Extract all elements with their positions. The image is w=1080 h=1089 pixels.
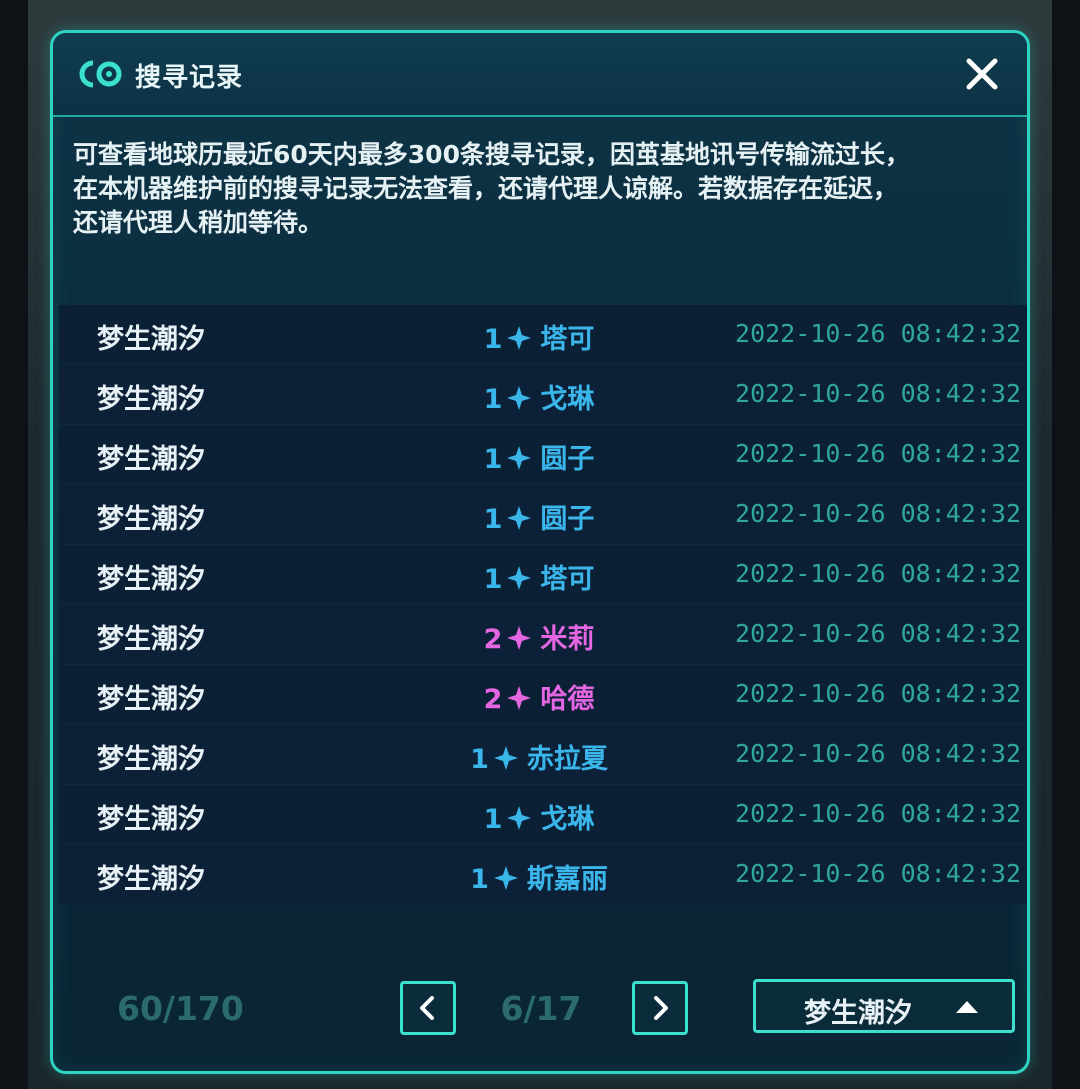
item-name: 戈琳 bbox=[540, 804, 595, 835]
star-icon bbox=[507, 446, 532, 470]
record-row: 梦生潮汐 2 哈德 2022-10-26 08:42:32 bbox=[59, 665, 1027, 725]
item-name: 圆子 bbox=[540, 504, 595, 535]
star-icon bbox=[493, 746, 518, 770]
triangle-up-icon bbox=[956, 1001, 978, 1013]
record-item: 1 斯嘉丽 bbox=[389, 857, 689, 896]
record-time: 2022-10-26 08:42:32 bbox=[735, 739, 1021, 768]
record-item: 1 戈琳 bbox=[389, 377, 689, 416]
record-pool: 梦生潮汐 bbox=[97, 864, 205, 895]
record-pool: 梦生潮汐 bbox=[97, 804, 205, 835]
record-row: 梦生潮汐 1 戈琳 2022-10-26 08:42:32 bbox=[59, 785, 1027, 845]
record-time: 2022-10-26 08:42:32 bbox=[735, 619, 1021, 648]
rarity-value: 1 bbox=[483, 444, 503, 475]
item-name: 米莉 bbox=[540, 624, 595, 655]
logo-icon bbox=[79, 60, 122, 88]
record-item: 2 米莉 bbox=[389, 617, 689, 656]
rarity-value: 1 bbox=[470, 744, 489, 775]
record-time: 2022-10-26 08:42:32 bbox=[735, 679, 1021, 708]
record-pool: 梦生潮汐 bbox=[97, 324, 205, 355]
record-item: 1 戈琳 bbox=[389, 797, 689, 836]
rarity-value: 1 bbox=[483, 804, 503, 835]
record-item: 1 赤拉夏 bbox=[389, 737, 689, 776]
dialog-title: 搜寻记录 bbox=[135, 63, 244, 93]
backdrop-left-edge bbox=[0, 0, 28, 1089]
star-icon bbox=[507, 506, 532, 530]
search-record-dialog: 搜寻记录 可查看地球历最近60天内最多300条搜寻记录，因茧基地讯号传输流过长，… bbox=[50, 30, 1030, 1074]
rarity-value: 1 bbox=[483, 504, 503, 535]
dialog-header: 搜寻记录 bbox=[53, 33, 1027, 117]
rarity-value: 1 bbox=[483, 384, 503, 415]
item-name: 圆子 bbox=[540, 444, 595, 475]
record-time: 2022-10-26 08:42:32 bbox=[735, 799, 1021, 828]
record-time: 2022-10-26 08:42:32 bbox=[735, 499, 1021, 528]
record-pool: 梦生潮汐 bbox=[97, 684, 205, 715]
record-time: 2022-10-26 08:42:32 bbox=[735, 319, 1021, 348]
close-icon bbox=[966, 58, 998, 90]
chevron-left-icon bbox=[420, 996, 434, 1020]
item-name: 塔可 bbox=[540, 324, 595, 355]
record-row: 梦生潮汐 1 塔可 2022-10-26 08:42:32 bbox=[59, 305, 1027, 365]
item-name: 塔可 bbox=[540, 564, 595, 595]
star-icon bbox=[493, 866, 518, 890]
rarity-value: 1 bbox=[483, 564, 503, 595]
rarity-value: 2 bbox=[483, 624, 503, 655]
record-time: 2022-10-26 08:42:32 bbox=[735, 439, 1021, 468]
record-pool: 梦生潮汐 bbox=[97, 504, 205, 535]
notice-text: 可查看地球历最近60天内最多300条搜寻记录，因茧基地讯号传输流过长， 在本机器… bbox=[73, 140, 910, 237]
chevron-right-icon bbox=[654, 996, 668, 1020]
item-name: 哈德 bbox=[540, 684, 595, 715]
star-icon bbox=[507, 386, 532, 410]
record-pool: 梦生潮汐 bbox=[97, 564, 205, 595]
page-indicator: 6/17 bbox=[500, 989, 582, 1028]
pool-select-dropdown[interactable]: 梦生潮汐 bbox=[753, 979, 1015, 1033]
record-item: 1 圆子 bbox=[389, 437, 689, 476]
record-time: 2022-10-26 08:42:32 bbox=[735, 379, 1021, 408]
star-icon bbox=[507, 566, 532, 590]
record-row: 梦生潮汐 1 塔可 2022-10-26 08:42:32 bbox=[59, 545, 1027, 605]
star-icon bbox=[507, 806, 532, 830]
record-count: 60/170 bbox=[117, 989, 244, 1028]
close-button[interactable] bbox=[961, 53, 1003, 95]
record-row: 梦生潮汐 2 米莉 2022-10-26 08:42:32 bbox=[59, 605, 1027, 665]
prev-page-button[interactable] bbox=[400, 981, 456, 1035]
record-row: 梦生潮汐 1 圆子 2022-10-26 08:42:32 bbox=[59, 425, 1027, 485]
rarity-value: 1 bbox=[470, 864, 489, 895]
record-pool: 梦生潮汐 bbox=[97, 744, 205, 775]
pool-select-label: 梦生潮汐 bbox=[804, 998, 912, 1029]
record-time: 2022-10-26 08:42:32 bbox=[735, 859, 1021, 888]
item-name: 斯嘉丽 bbox=[526, 864, 608, 895]
rarity-value: 2 bbox=[483, 684, 503, 715]
rarity-value: 1 bbox=[483, 324, 503, 355]
backdrop-right-edge bbox=[1052, 0, 1080, 1089]
star-icon bbox=[507, 626, 532, 650]
item-name: 戈琳 bbox=[540, 384, 595, 415]
star-icon bbox=[507, 326, 532, 350]
record-row: 梦生潮汐 1 赤拉夏 2022-10-26 08:42:32 bbox=[59, 725, 1027, 785]
record-pool: 梦生潮汐 bbox=[97, 624, 205, 655]
record-row: 梦生潮汐 1 戈琳 2022-10-26 08:42:32 bbox=[59, 365, 1027, 425]
record-list: 梦生潮汐 1 塔可 2022-10-26 08:42:32 梦生潮汐 1 戈琳 2022-10… bbox=[59, 305, 1027, 905]
pagination-footer: 60/170 6/17 梦生潮汐 bbox=[53, 973, 1027, 1043]
record-time: 2022-10-26 08:42:32 bbox=[735, 559, 1021, 588]
record-item: 2 哈德 bbox=[389, 677, 689, 716]
star-icon bbox=[507, 686, 532, 710]
record-row: 梦生潮汐 1 圆子 2022-10-26 08:42:32 bbox=[59, 485, 1027, 545]
record-item: 1 塔可 bbox=[389, 557, 689, 596]
record-pool: 梦生潮汐 bbox=[97, 444, 205, 475]
record-item: 1 塔可 bbox=[389, 317, 689, 356]
item-name: 赤拉夏 bbox=[526, 744, 608, 775]
record-pool: 梦生潮汐 bbox=[97, 384, 205, 415]
record-row: 梦生潮汐 1 斯嘉丽 2022-10-26 08:42:32 bbox=[59, 845, 1027, 905]
record-item: 1 圆子 bbox=[389, 497, 689, 536]
next-page-button[interactable] bbox=[632, 981, 688, 1035]
